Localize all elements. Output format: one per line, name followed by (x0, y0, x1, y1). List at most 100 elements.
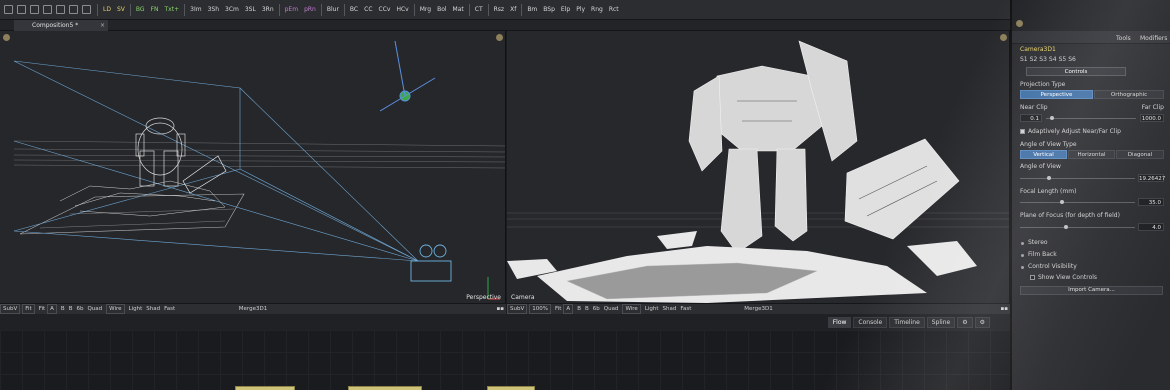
ab-compare-button[interactable]: 6b (591, 306, 602, 312)
adaptive-clip-checkbox[interactable] (1020, 129, 1025, 134)
tool-button-3im[interactable]: 3Im (187, 0, 204, 20)
tool-button-ld[interactable]: LD (100, 0, 114, 20)
new-icon[interactable] (4, 5, 13, 14)
copy-icon[interactable] (69, 5, 78, 14)
angle-type-diagonal[interactable]: Diagonal (1116, 150, 1164, 159)
fast-toggle[interactable]: Fast (162, 306, 177, 312)
paste-icon[interactable] (82, 5, 91, 14)
save-icon[interactable] (30, 5, 39, 14)
angle-of-view-handle[interactable] (1047, 176, 1051, 180)
view-label-perspective[interactable]: Perspective (466, 294, 501, 301)
wire-toggle[interactable]: Wire (622, 304, 641, 314)
subview-button[interactable]: SubV (507, 304, 528, 314)
node-editor-canvas[interactable] (0, 330, 1010, 390)
tool-button-3sl[interactable]: 3SL (242, 0, 259, 20)
section-film-back[interactable]: Film Back (1028, 251, 1164, 258)
panel-options-icon[interactable] (1016, 20, 1023, 27)
tool-button-ccv[interactable]: CCv (376, 0, 394, 20)
section-control-visibility[interactable]: Control Visibility (1028, 263, 1164, 270)
focal-length-slider[interactable] (1020, 202, 1135, 203)
flow-node[interactable] (348, 386, 422, 390)
node-name[interactable]: Camera3D1 (1020, 46, 1164, 53)
tool-button-fn[interactable]: FN (148, 0, 162, 20)
section-stereo[interactable]: Stereo (1028, 239, 1164, 246)
buffer-c-button[interactable]: B (67, 306, 75, 312)
viewer-right[interactable]: Camera (507, 31, 1010, 303)
collapse-icon[interactable] (1021, 242, 1024, 245)
plane-of-focus-field[interactable]: 4.0 (1138, 223, 1164, 231)
collapse-icon[interactable] (1021, 254, 1024, 257)
angle-type-horizontal[interactable]: Horizontal (1068, 150, 1115, 159)
gear-icon[interactable]: ⚙ (957, 316, 973, 328)
tool-button-pem[interactable]: pEm (282, 0, 301, 20)
tool-button-3cm[interactable]: 3Cm (222, 0, 242, 20)
tool-button-xf[interactable]: Xf (507, 0, 519, 20)
clip-slider[interactable] (1046, 118, 1136, 119)
slot-button-s1[interactable]: S1 (1020, 56, 1028, 63)
open-icon[interactable] (17, 5, 26, 14)
tab-timeline[interactable]: Timeline (889, 316, 925, 328)
collapse-icon[interactable] (1021, 266, 1024, 269)
tool-button-mrg[interactable]: Mrg (417, 0, 434, 20)
select-icon[interactable] (43, 5, 52, 14)
tool-button-hcv[interactable]: HCv (393, 0, 411, 20)
fast-toggle[interactable]: Fast (678, 306, 693, 312)
slot-button-s4[interactable]: S4 (1049, 56, 1057, 63)
slot-button-s3[interactable]: S3 (1039, 56, 1047, 63)
light-toggle[interactable]: Light (127, 306, 145, 312)
tab-spline[interactable]: Spline (926, 316, 956, 328)
viewer-menu-icon[interactable]: ▪▪ (495, 306, 506, 312)
angle-of-view-slider[interactable] (1020, 178, 1135, 179)
tool-button-bsp[interactable]: BSp (540, 0, 558, 20)
tab-flow[interactable]: Flow (827, 316, 852, 328)
fit-button[interactable]: Fit (37, 306, 47, 312)
far-clip-field[interactable]: 1000.0 (1140, 114, 1164, 122)
flow-node[interactable] (235, 386, 295, 390)
shadow-toggle[interactable]: Shad (144, 306, 162, 312)
slot-button-s2[interactable]: S2 (1030, 56, 1038, 63)
buffer-a-button[interactable]: A (563, 304, 574, 314)
plane-of-focus-slider[interactable] (1020, 227, 1135, 228)
angle-type-vertical[interactable]: Vertical (1020, 150, 1067, 159)
tool-button-rct[interactable]: Rct (606, 0, 622, 20)
ab-compare-button[interactable]: 6b (74, 306, 85, 312)
tab-tools[interactable]: Tools (1116, 35, 1131, 42)
cut-icon[interactable] (56, 5, 65, 14)
zoom-button[interactable]: Fit (22, 304, 35, 314)
tab-console[interactable]: Console (853, 316, 888, 328)
buffer-c-button[interactable]: B (583, 306, 591, 312)
projection-perspective[interactable]: Perspective (1020, 90, 1093, 99)
projection-orthographic[interactable]: Orthographic (1094, 90, 1164, 99)
tab-controls[interactable]: Controls (1026, 67, 1126, 76)
fit-button[interactable]: Fit (553, 306, 563, 312)
tool-button-rsz[interactable]: Rsz (491, 0, 507, 20)
tool-button-mat[interactable]: Mat (450, 0, 467, 20)
settings-icon[interactable]: ⚙ (974, 316, 990, 328)
quad-button[interactable]: Quad (85, 306, 104, 312)
zoom-button[interactable]: 100% (529, 304, 551, 314)
tool-button-bc[interactable]: BC (347, 0, 361, 20)
tool-button-blur[interactable]: Blur (324, 0, 342, 20)
tool-button-prn[interactable]: pRn (301, 0, 319, 20)
tool-button-3rn[interactable]: 3Rn (259, 0, 277, 20)
near-clip-field[interactable]: 0.1 (1020, 114, 1042, 122)
flow-node[interactable] (487, 386, 535, 390)
tool-button-ply[interactable]: Ply (573, 0, 588, 20)
plane-of-focus-handle[interactable] (1064, 225, 1068, 229)
focal-length-handle[interactable] (1060, 200, 1064, 204)
light-toggle[interactable]: Light (643, 306, 661, 312)
viewer-menu-icon[interactable]: ▪▪ (999, 306, 1010, 312)
view-label-camera[interactable]: Camera (511, 294, 535, 301)
slot-button-s5[interactable]: S5 (1059, 56, 1067, 63)
slot-button-s6[interactable]: S6 (1068, 56, 1076, 63)
tool-button-ct[interactable]: CT (472, 0, 486, 20)
tool-button-rng[interactable]: Rng (588, 0, 606, 20)
tool-button-cc[interactable]: CC (361, 0, 375, 20)
angle-of-view-field[interactable]: 19.26427 (1138, 174, 1165, 182)
tool-button-sv[interactable]: SV (114, 0, 128, 20)
wire-toggle[interactable]: Wire (106, 304, 125, 314)
buffer-b-button[interactable]: B (575, 306, 583, 312)
tool-button-txt[interactable]: Txt+ (162, 0, 183, 20)
viewer-left[interactable]: Perspective (0, 31, 506, 303)
tool-button-elp[interactable]: Elp (558, 0, 573, 20)
